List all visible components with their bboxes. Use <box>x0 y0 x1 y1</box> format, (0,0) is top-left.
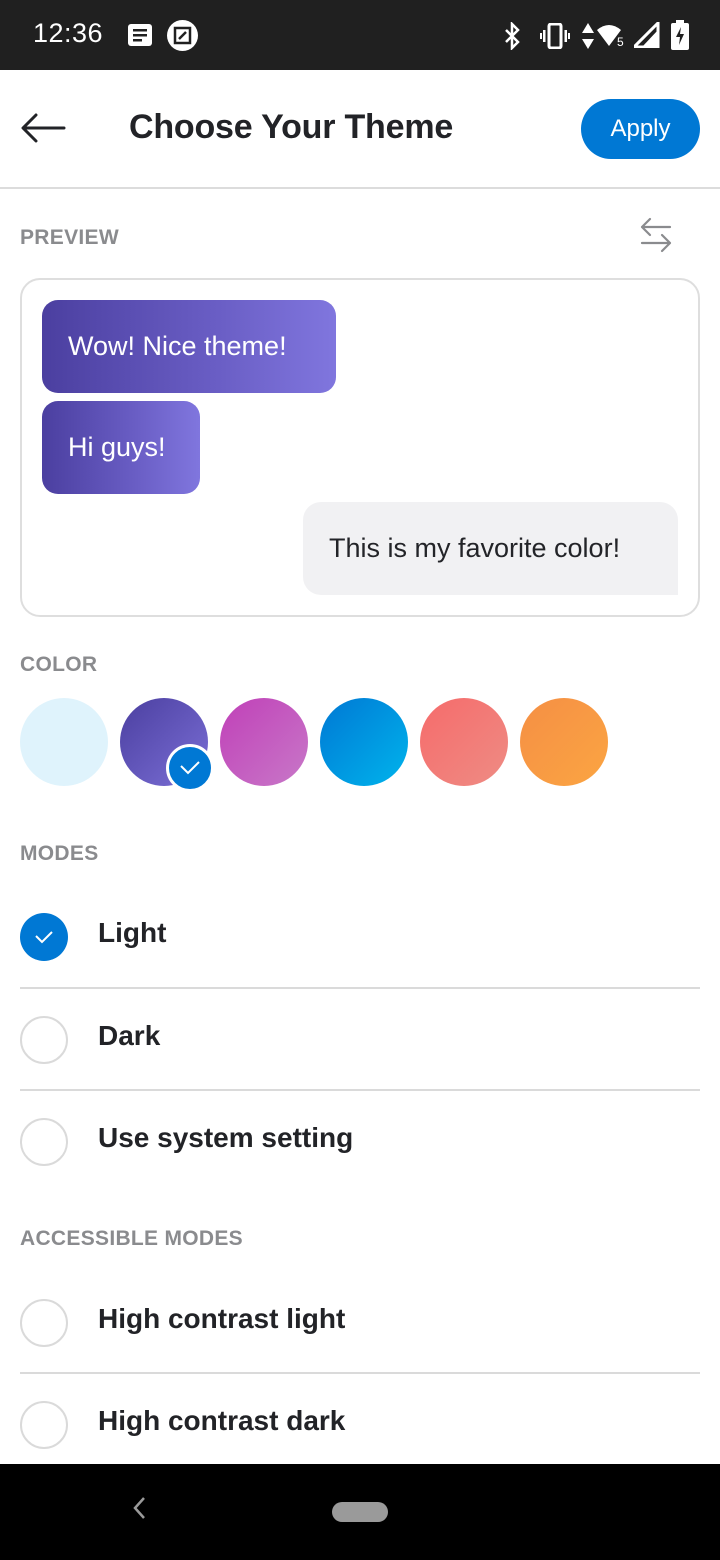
app-bar: Choose Your Theme Apply <box>0 70 720 189</box>
battery-charging-icon <box>671 20 689 55</box>
color-swatch-orange[interactable] <box>520 698 608 786</box>
svg-text:5: 5 <box>617 35 624 48</box>
bluetooth-icon <box>502 20 522 55</box>
page-title: Choose Your Theme <box>129 108 454 146</box>
mode-option-system[interactable]: Use system setting <box>20 1090 700 1190</box>
notes-icon <box>128 24 152 51</box>
color-swatch-light-blue[interactable] <box>20 698 108 786</box>
message-text: Hi guys! <box>68 432 166 462</box>
selected-check-icon <box>166 744 214 792</box>
message-text: This is my favorite color! <box>329 533 621 563</box>
mode-option-high-contrast-dark[interactable]: High contrast dark <box>20 1373 700 1473</box>
message-bubble-sent: Wow! Nice theme! <box>42 300 336 393</box>
radio-checked-icon[interactable] <box>20 913 68 961</box>
option-label: High contrast dark <box>98 1405 346 1436</box>
system-nav-bar <box>0 1464 720 1560</box>
modes-section-label: MODES <box>20 842 99 865</box>
message-bubble-sent: Hi guys! <box>42 401 200 494</box>
color-swatch-coral[interactable] <box>420 698 508 786</box>
wifi-icon: 5 <box>596 24 630 53</box>
color-swatch-blue[interactable] <box>320 698 408 786</box>
arrow-left-icon[interactable] <box>18 108 70 148</box>
status-time: 12:36 <box>33 18 104 48</box>
option-label: Light <box>98 917 167 948</box>
color-swatch-magenta[interactable] <box>220 698 308 786</box>
swap-arrows-icon[interactable] <box>638 216 674 254</box>
option-label: Use system setting <box>98 1122 354 1153</box>
mode-option-dark[interactable]: Dark <box>20 988 700 1088</box>
option-label: High contrast light <box>98 1303 346 1334</box>
nav-back-icon[interactable] <box>128 1494 150 1522</box>
radio-unchecked-icon[interactable] <box>20 1299 68 1347</box>
screenshot-edit-icon <box>167 20 198 56</box>
mode-option-high-contrast-light[interactable]: High contrast light <box>20 1271 700 1371</box>
message-text: Wow! Nice theme! <box>68 331 287 361</box>
radio-unchecked-icon[interactable] <box>20 1401 68 1449</box>
nav-home-pill[interactable] <box>332 1502 388 1522</box>
accessible-modes-section-label: ACCESSIBLE MODES <box>20 1227 243 1250</box>
signal-icon <box>630 19 660 53</box>
message-bubble-received: This is my favorite color! <box>303 502 678 595</box>
option-label: Dark <box>98 1020 161 1051</box>
preview-section-label: PREVIEW <box>20 226 119 249</box>
apply-button[interactable]: Apply <box>581 99 700 159</box>
data-arrows-icon <box>582 23 594 54</box>
radio-unchecked-icon[interactable] <box>20 1016 68 1064</box>
radio-unchecked-icon[interactable] <box>20 1118 68 1166</box>
status-bar: 12:36 5 <box>0 0 720 70</box>
preview-card: Wow! Nice theme! Hi guys! This is my fav… <box>20 278 700 617</box>
mode-option-light[interactable]: Light <box>20 885 700 985</box>
color-section-label: COLOR <box>20 653 98 676</box>
vibrate-icon <box>540 22 570 54</box>
